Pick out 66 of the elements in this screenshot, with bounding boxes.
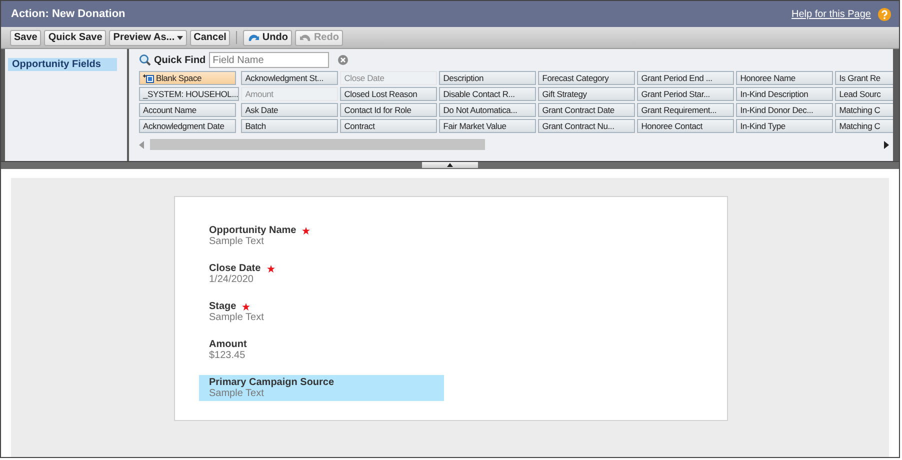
field-item[interactable]: In-Kind Type: [736, 119, 834, 133]
field-item[interactable]: Disable Contact R...: [439, 87, 536, 101]
field-label: Amount: [209, 339, 247, 350]
field-value: 1/24/2020: [209, 274, 254, 285]
field-item[interactable]: Fair Market Value: [439, 119, 536, 133]
dropdown-button[interactable]: Preview As...: [109, 30, 187, 46]
layout-field[interactable]: Primary Campaign Source Sample Text: [199, 375, 444, 401]
field-item[interactable]: Is Grant Re: [835, 71, 893, 85]
search-icon: [139, 54, 151, 66]
field-value: $123.45: [209, 350, 246, 361]
field-item[interactable]: Account Name: [139, 103, 236, 117]
field-item[interactable]: _SYSTEM: HOUSEHOL...: [139, 87, 240, 101]
field-item[interactable]: Gift Strategy: [538, 87, 636, 101]
field-item[interactable]: Contact Id for Role: [340, 103, 438, 117]
toolbar-button[interactable]: Cancel: [190, 30, 230, 46]
field-item[interactable]: Contract: [340, 119, 438, 133]
field-value: Sample Text: [209, 312, 265, 323]
field-label: Stage: [209, 301, 236, 312]
undo-icon: [247, 32, 260, 43]
field-item[interactable]: Closed Lost Reason: [340, 87, 438, 101]
field-item[interactable]: Grant Contract Date: [538, 103, 636, 117]
field-label: Opportunity Name: [209, 225, 296, 236]
field-item[interactable]: Ask Date: [241, 103, 338, 117]
layout-field[interactable]: Opportunity Name Sample Text: [199, 223, 444, 249]
layout-field[interactable]: Stage Sample Text: [199, 299, 444, 325]
blank-space-icon: [143, 74, 154, 82]
field-value: Sample Text: [209, 236, 265, 247]
field-item[interactable]: Honoree Name: [736, 71, 834, 85]
layout-field[interactable]: Amount $123.45: [199, 337, 444, 363]
field-item[interactable]: In-Kind Description: [736, 87, 834, 101]
layout-field[interactable]: Close Date 1/24/2020: [199, 261, 444, 287]
field-item[interactable]: Grant Contract Nu...: [538, 119, 636, 133]
field-item[interactable]: Acknowledgment Date: [139, 119, 236, 133]
toolbar-button[interactable]: Save: [10, 30, 42, 46]
window-title: Action: New Donation: [11, 8, 126, 20]
help-link[interactable]: Help for this Page: [792, 8, 871, 20]
quick-find-label: Quick Find: [154, 54, 206, 66]
scroll-left-icon[interactable]: [139, 140, 144, 148]
scrollbar-thumb[interactable]: [150, 139, 485, 150]
blank-space-item[interactable]: Blank Space: [139, 71, 236, 85]
field-item[interactable]: In-Kind Donor Dec...: [736, 103, 834, 117]
field-item[interactable]: Grant Period End ...: [637, 71, 734, 85]
field-item[interactable]: Description: [439, 71, 536, 85]
field-value: Sample Text: [209, 388, 265, 399]
redo-icon: [298, 32, 312, 43]
toolbar-button[interactable]: Quick Save: [44, 30, 106, 46]
field-label: Primary Campaign Source: [209, 377, 334, 388]
field-item[interactable]: Grant Requirement...: [637, 103, 734, 117]
field-item[interactable]: Do Not Automatica...: [439, 103, 536, 117]
scroll-right-icon[interactable]: [884, 140, 889, 148]
undo-button[interactable]: Undo: [243, 30, 292, 46]
field-item[interactable]: Matching C: [835, 119, 893, 133]
field-item[interactable]: Grant Period Star...: [637, 87, 734, 101]
clear-icon[interactable]: [338, 55, 348, 65]
field-item[interactable]: Lead Sourc: [835, 87, 893, 101]
field-item[interactable]: Acknowledgment St...: [241, 71, 338, 85]
field-item[interactable]: Matching C: [835, 103, 893, 117]
quick-find-field[interactable]: Field Name: [208, 52, 329, 68]
caret-icon: [176, 34, 183, 40]
sidebar-item[interactable]: Opportunity Fields: [8, 58, 117, 71]
resize-handle[interactable]: [422, 162, 478, 168]
field-item[interactable]: Forecast Category: [538, 71, 636, 85]
field-label: Close Date: [209, 263, 261, 274]
field-item[interactable]: Batch: [241, 119, 338, 133]
field-item[interactable]: Honoree Contact: [637, 119, 734, 133]
help-icon[interactable]: [878, 8, 891, 20]
